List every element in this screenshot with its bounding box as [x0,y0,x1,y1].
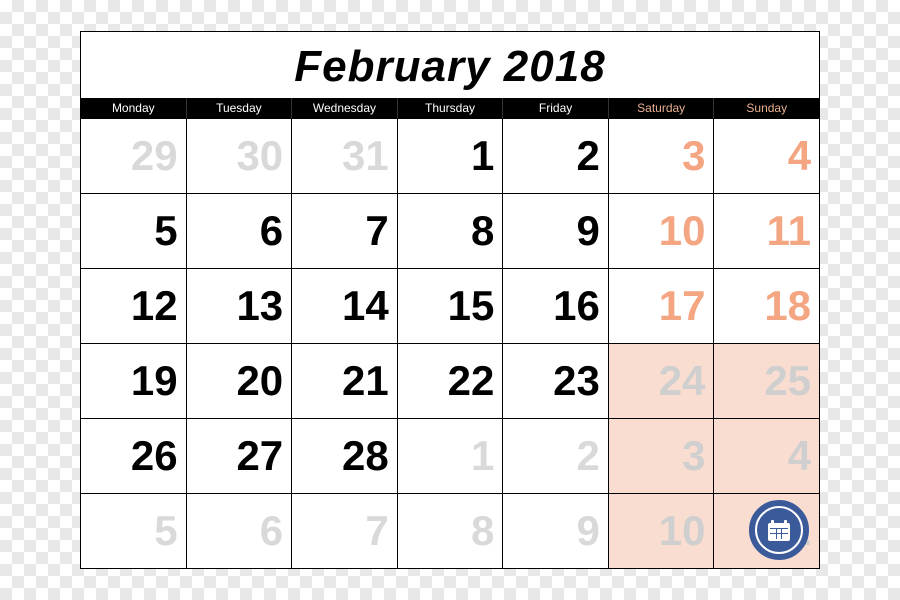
weekday-header: Friday [503,98,609,118]
week-row: 2930311234 [81,118,819,193]
day-cell: 9 [503,493,609,568]
day-cell: 8 [398,193,504,268]
day-cell: 31 [292,118,398,193]
day-cell: 29 [81,118,187,193]
day-cell: 10 [609,493,715,568]
day-cell: 5 [81,493,187,568]
weekday-header: Sunday [714,98,819,118]
calendar-title: February 2018 [81,32,819,98]
weekday-header: Saturday [609,98,715,118]
week-row: 19202122232425 [81,343,819,418]
week-row: 12131415161718 [81,268,819,343]
day-cell: 7 [292,193,398,268]
day-cell: 7 [292,493,398,568]
day-cell: 23 [503,343,609,418]
week-row: 567891011 [81,193,819,268]
day-cell: 6 [187,193,293,268]
day-cell: 17 [609,268,715,343]
day-cell: 14 [292,268,398,343]
day-cell: 24 [609,343,715,418]
day-cell: 6 [187,493,293,568]
day-cell: 2 [503,418,609,493]
day-cell: 11 [714,193,819,268]
day-cell: 21 [292,343,398,418]
weekday-header-row: MondayTuesdayWednesdayThursdayFridaySatu… [81,98,819,118]
weekday-header: Thursday [398,98,504,118]
day-cell: 3 [609,418,715,493]
calendar-icon [768,523,790,541]
day-cell: 10 [609,193,715,268]
day-cell: 27 [187,418,293,493]
day-cell: 1 [398,418,504,493]
day-cell: 13 [187,268,293,343]
weekday-header: Wednesday [292,98,398,118]
day-cell: 9 [503,193,609,268]
weekday-header: Tuesday [187,98,293,118]
day-cell: 19 [81,343,187,418]
calendar: February 2018 MondayTuesdayWednesdayThur… [80,31,820,569]
source-logo [749,500,809,560]
day-cell: 4 [714,418,819,493]
day-cell: 30 [187,118,293,193]
calendar-grid: 2930311234567891011121314151617181920212… [81,118,819,568]
day-cell: 4 [714,118,819,193]
day-cell: 5 [81,193,187,268]
day-cell: 20 [187,343,293,418]
day-cell: 12 [81,268,187,343]
day-cell: 26 [81,418,187,493]
day-cell: 22 [398,343,504,418]
week-row: 2627281234 [81,418,819,493]
day-cell: 28 [292,418,398,493]
day-cell: 8 [398,493,504,568]
day-cell: 3 [609,118,715,193]
day-cell: 25 [714,343,819,418]
day-cell: 2 [503,118,609,193]
day-cell: 1 [398,118,504,193]
day-cell: 18 [714,268,819,343]
day-cell: 16 [503,268,609,343]
week-row: 567891011 [81,493,819,568]
weekday-header: Monday [81,98,187,118]
day-cell: 15 [398,268,504,343]
